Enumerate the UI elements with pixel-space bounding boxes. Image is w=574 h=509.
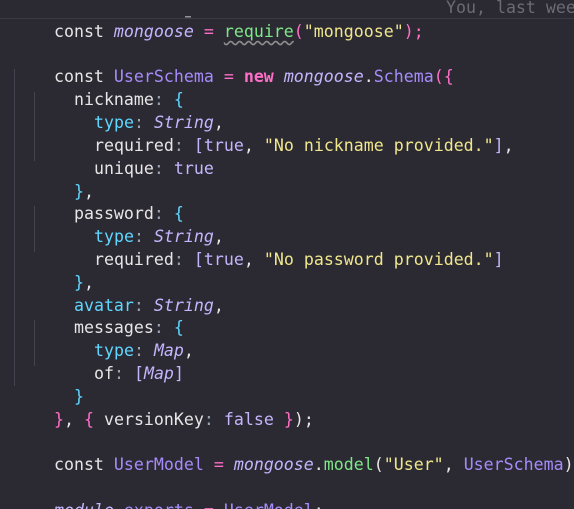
token: , [213,296,224,315]
token: } [283,410,294,429]
token: true [203,250,244,269]
token: , [183,341,194,360]
code-line-15[interactable]: type: Map, [14,316,194,360]
token: required [93,250,174,269]
token: [ [133,364,144,383]
token: require [223,22,294,41]
token: true [173,159,214,178]
token: = [223,67,234,86]
token: ] [173,364,184,383]
code-line-18[interactable]: }, { versionKey: false }); [14,385,314,429]
token: , [503,136,514,155]
code-line-6[interactable]: required: [true, "No nickname provided."… [14,111,514,155]
token: = [203,22,214,41]
token: UserModel [113,455,204,474]
code-line-17[interactable]: } [14,362,84,406]
token: UserModel [224,501,314,509]
token: = [204,501,214,509]
token: "mongoose" [303,22,404,41]
code-line-8[interactable]: }, [14,157,94,201]
token: = [213,455,224,474]
token: : [173,250,184,269]
token: ( [433,67,444,86]
token: mongoose [233,455,314,474]
code-line-4[interactable]: nickname: { [14,65,184,109]
token: ); [293,410,314,429]
code-line-16[interactable]: of: [Map] [14,339,184,383]
token: UserSchema [463,455,564,474]
code-line-10[interactable]: type: String, [14,202,224,246]
token: . [363,67,374,86]
token: mongoose [113,22,194,41]
token: ] [493,136,504,155]
token: unique [93,159,154,178]
token: , [243,136,254,155]
token: ] [493,250,504,269]
code-line-5[interactable]: type: String, [14,88,224,132]
token: Map [143,364,174,383]
token: , [243,250,254,269]
token: "No nickname provided." [263,136,494,155]
code-line-7[interactable]: unique: true [14,134,214,178]
code-line-22[interactable]: module.exports = UserModel; [14,476,324,509]
token: , [63,410,74,429]
token: of [93,364,114,383]
token: : [153,159,164,178]
code-line-11[interactable]: required: [true, "No password provided."… [14,225,504,269]
token: module [54,501,114,509]
token: { [83,410,94,429]
token: false [223,410,274,429]
git-blame-annotation: You, last wee [446,0,574,17]
token: Schema [373,67,434,86]
token: . [313,455,324,474]
token: [ [193,250,204,269]
token: "User" [383,455,444,474]
token: ( [293,22,304,41]
token: . [114,501,124,509]
code-line-13[interactable]: avatar: String, [14,271,224,315]
token: ; [314,501,324,509]
code-line-3[interactable]: const UserSchema = new mongoose.Schema({ [14,42,454,86]
token: model [323,455,374,474]
token: const [53,22,104,41]
token: exports [124,501,194,509]
token: } [53,410,64,429]
code-line-9[interactable]: password: { [14,179,184,223]
quick-fix-dots-icon[interactable]: ⋯ [185,12,191,23]
token: versionKey [103,410,204,429]
code-line-14[interactable]: messages: { [14,293,184,337]
code-line-12[interactable]: }, [14,248,94,292]
code-editor[interactable]: const mongoose = require("mongoose"); Yo… [0,0,574,509]
code-line-20[interactable]: const UserModel = mongoose.model("User",… [14,430,574,474]
token: ); [403,22,424,41]
token: : [113,364,124,383]
token: mongoose [283,67,364,86]
token: "No password provided." [263,250,494,269]
token: { [443,67,454,86]
token: new [243,67,274,86]
token: ( [373,455,384,474]
token: const [53,455,104,474]
token: : [203,410,214,429]
token: , [443,455,454,474]
token: ); [563,455,574,474]
